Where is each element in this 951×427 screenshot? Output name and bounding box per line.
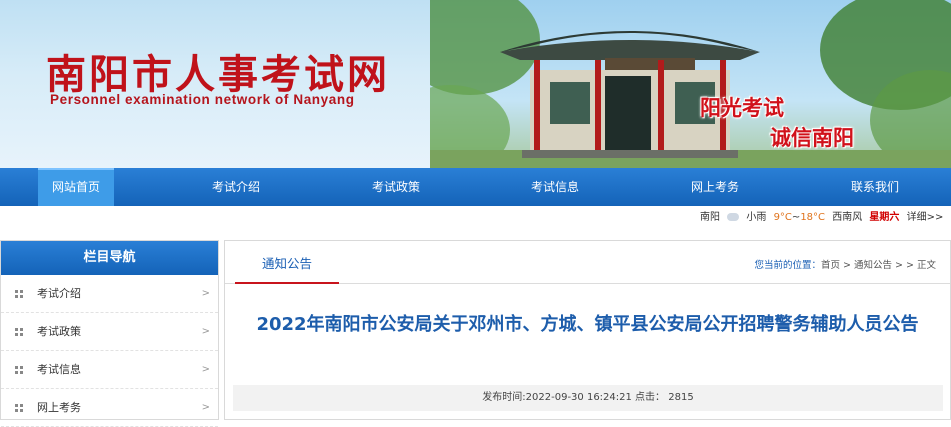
weather-condition: 小雨 [746,212,767,223]
chevron-right-icon: > [201,288,210,299]
chevron-right-icon: > [201,364,210,375]
breadcrumb-lead: 您当前的位置： [754,260,822,271]
article-title: 2022年南阳市公安局关于邓州市、方城、镇平县公安局公开招聘警务辅助人员公告 [256,314,919,335]
weather-widget: 南阳 小雨 9°C~18°C 西南风 星期六 详细>> [700,208,947,228]
weather-city: 南阳 [700,212,720,223]
tab-notices[interactable]: 通知公告 [235,241,339,284]
weather-high: 18°C [800,212,826,223]
main-nav: 网站首页 考试介绍 考试政策 考试信息 网上考务 联系我们 [0,168,951,206]
sidebar-item-exam-intro[interactable]: 考试介绍 > [1,275,218,313]
sidebar: 栏目导航 考试介绍 > 考试政策 > 考试信息 > 网上考务 > [0,240,219,427]
main-content: 通知公告 您当前的位置：首页 > 通知公告 > > 正文 2022年南阳市公安局… [224,240,951,420]
weather-details-link[interactable]: 详细>> [907,212,944,223]
grid-icon [15,404,23,412]
nav-online-affairs[interactable]: 网上考务 [675,168,755,206]
nav-exam-intro[interactable]: 考试介绍 [196,168,276,206]
nav-home[interactable]: 网站首页 [38,168,114,206]
sidebar-item-label: 网上考务 [37,401,81,414]
weather-wind: 西南风 [832,212,863,223]
content-tabbar: 通知公告 您当前的位置：首页 > 通知公告 > > 正文 [225,241,950,284]
site-subtitle: Personnel examination network of Nanyang [50,92,355,107]
weather-low: 9°C [773,212,792,223]
article-meta: 发布时间:2022-09-30 16:24:21 点击： 2815 [233,385,943,411]
sidebar-item-label: 考试政策 [37,325,81,338]
nav-exam-policy[interactable]: 考试政策 [356,168,436,206]
nav-contact[interactable]: 联系我们 [835,168,915,206]
breadcrumb: 您当前的位置：首页 > 通知公告 > > 正文 [755,257,937,271]
sidebar-item-exam-info[interactable]: 考试信息 > [1,351,218,389]
slogan-line-1: 阳光考试 [700,96,784,120]
chevron-right-icon: > [201,326,210,337]
nav-exam-info[interactable]: 考试信息 [515,168,595,206]
sidebar-item-label: 考试介绍 [37,287,81,300]
sidebar-item-exam-policy[interactable]: 考试政策 > [1,313,218,351]
slogan-line-2: 诚信南阳 [770,126,854,150]
sidebar-item-online-affairs[interactable]: 网上考务 > [1,389,218,427]
grid-icon [15,290,23,298]
weather-weekday: 星期六 [869,212,900,223]
pavilion-illustration [430,0,951,168]
chevron-right-icon: > [201,402,210,413]
sidebar-heading: 栏目导航 [1,241,218,275]
grid-icon [15,366,23,374]
header-banner: 南阳市人事考试网 Personnel examination network o… [0,0,951,168]
breadcrumb-path[interactable]: 首页 > 通知公告 > > 正文 [821,260,936,271]
cloud-rain-icon [727,213,740,221]
grid-icon [15,328,23,336]
sidebar-item-label: 考试信息 [37,363,81,376]
